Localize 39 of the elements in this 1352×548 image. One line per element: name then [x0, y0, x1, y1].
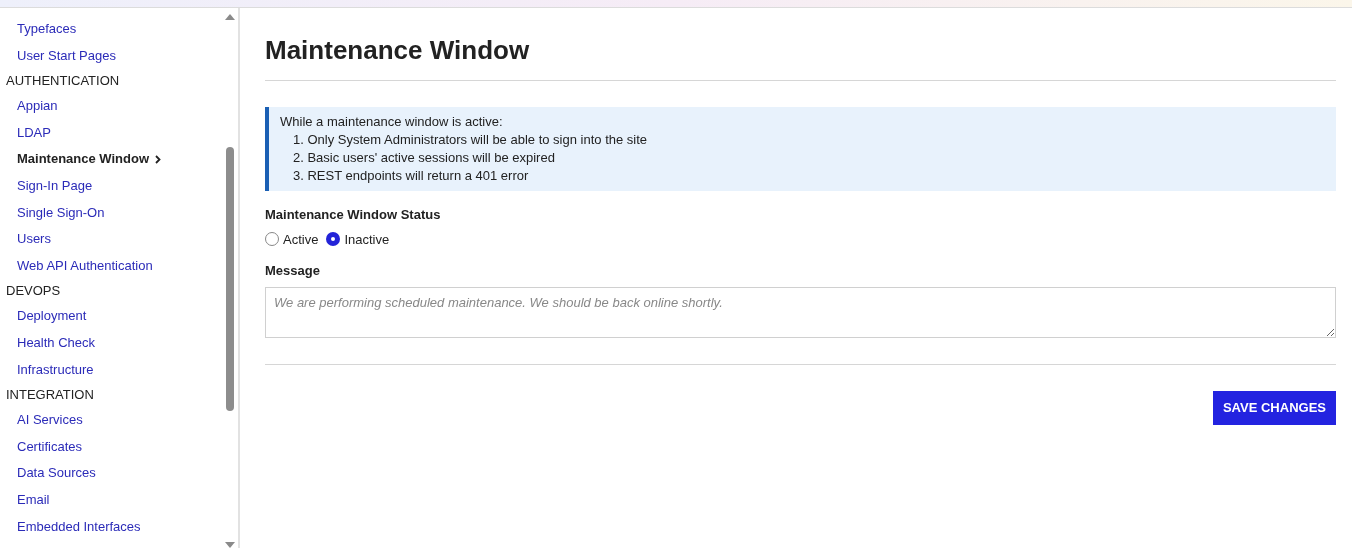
sidebar-item[interactable]: Single Sign-On	[6, 199, 238, 227]
sidebar-item[interactable]: Maintenance Window	[6, 146, 238, 173]
sidebar-item[interactable]: LDAP	[6, 119, 238, 147]
message-label: Message	[265, 262, 321, 280]
info-list-item: 1. Only System Administrators will be able to sign into the site	[292, 131, 649, 149]
sidebar-item[interactable]: Typefaces	[6, 16, 238, 43]
radio-label: Active	[283, 230, 319, 249]
info-list-item: 2. Basic users' active sessions will be expired	[292, 149, 556, 167]
sidebar-section-heading: INTEGRATION	[6, 386, 95, 405]
sidebar-item[interactable]: Sign-In Page	[6, 172, 238, 200]
radio-button[interactable]	[326, 232, 341, 247]
sidebar-item[interactable]: User Start Pages	[6, 42, 238, 70]
status-label: Maintenance Window Status	[265, 206, 442, 224]
page-title: Maintenance Window	[265, 34, 531, 66]
chevron-right-icon	[155, 155, 162, 165]
sidebar-item[interactable]: Users	[6, 226, 238, 253]
save-changes-button[interactable]: SAVE CHANGES	[1212, 390, 1336, 425]
radio-label: Inactive	[344, 230, 390, 249]
sidebar-item[interactable]: Email	[6, 486, 238, 514]
radio-option[interactable]: Active	[265, 229, 319, 249]
sidebar-item[interactable]: Health Check	[6, 329, 238, 357]
sidebar-item[interactable]: Certificates	[6, 433, 238, 461]
sidebar-section-heading: DEVOPS	[6, 282, 62, 301]
info-list-item: 3. REST endpoints will return a 401 error	[292, 167, 530, 185]
sidebar-item[interactable]: Web API Authentication	[6, 252, 238, 280]
scroll-down-arrow-icon	[225, 542, 235, 548]
sidebar-item[interactable]: Embedded Interfaces	[6, 513, 238, 541]
radio-button[interactable]	[265, 232, 279, 247]
sidebar-item[interactable]: AI Services	[6, 407, 238, 434]
sidebar-item[interactable]: Data Sources	[6, 460, 238, 487]
radio-option[interactable]: Inactive	[326, 229, 390, 249]
message-field[interactable]: We are performing scheduled maintenance. We should be back online shortly.	[265, 286, 1336, 338]
sidebar-item[interactable]: Deployment	[6, 303, 238, 330]
scroll-up-arrow-icon	[225, 13, 235, 20]
sidebar-item[interactable]: Infrastructure	[6, 356, 238, 384]
info-intro: While a maintenance window is active:	[280, 113, 504, 131]
scrollbar-thumb[interactable]	[226, 147, 234, 411]
sidebar-item[interactable]: Appian	[6, 93, 238, 120]
sidebar-section-heading: AUTHENTICATION	[6, 72, 121, 91]
